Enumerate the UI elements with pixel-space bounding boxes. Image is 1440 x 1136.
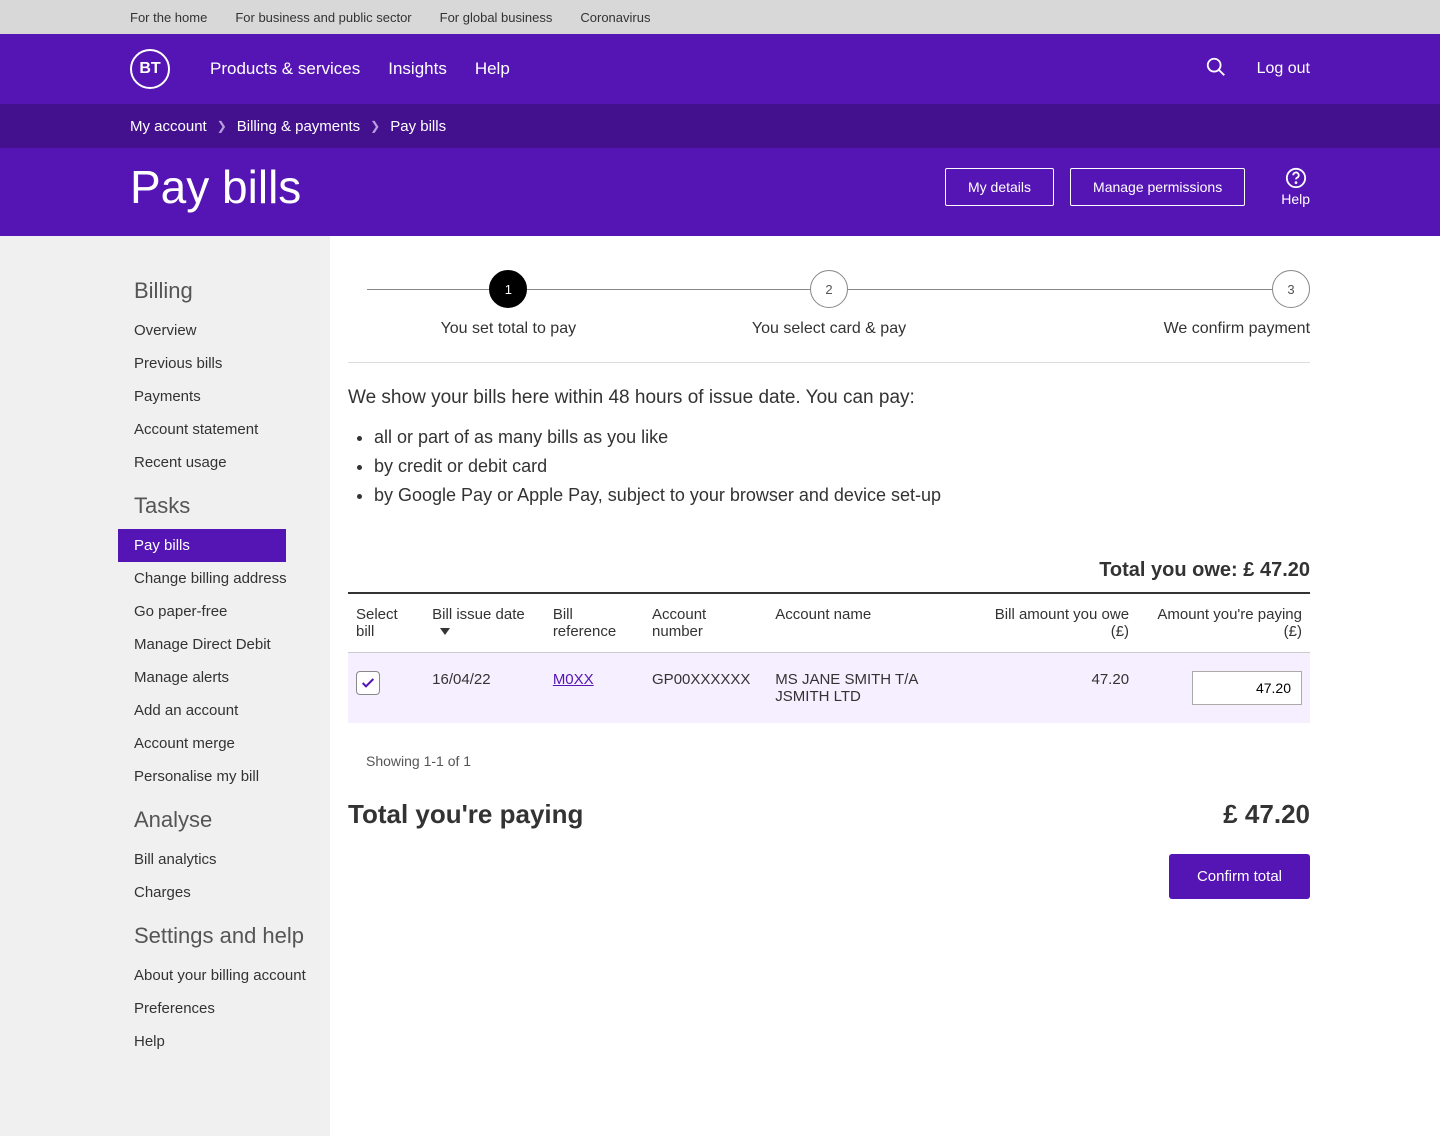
sidebar-item-pay-bills[interactable]: Pay bills <box>118 529 286 562</box>
cell-account-name: MS JANE SMITH T/A JSMITH LTD <box>767 653 983 724</box>
main-header: BT Products & services Insights Help Log… <box>0 34 1440 104</box>
sidebar-heading-billing: Billing <box>134 278 330 304</box>
sidebar-item-personalise[interactable]: Personalise my bill <box>134 760 330 793</box>
showing-count: Showing 1-1 of 1 <box>366 753 1310 769</box>
help-button[interactable]: Help <box>1281 167 1310 207</box>
bill-row: 16/04/22 M0XX GP00XXXXXX MS JANE SMITH T… <box>348 653 1310 724</box>
sidebar-item-preferences[interactable]: Preferences <box>134 992 330 1025</box>
main-content: 1 You set total to pay 2 You select card… <box>330 236 1440 1136</box>
th-bill-ref: Bill reference <box>545 593 644 653</box>
sidebar-item-paper-free[interactable]: Go paper-free <box>134 595 330 628</box>
nav-help[interactable]: Help <box>475 59 510 79</box>
cell-amount-owe: 47.20 <box>983 653 1137 724</box>
step-3: 3 We confirm payment <box>989 270 1310 338</box>
nav-insights[interactable]: Insights <box>388 59 447 79</box>
bt-logo[interactable]: BT <box>130 49 170 89</box>
sidebar-item-manage-alerts[interactable]: Manage alerts <box>134 661 330 694</box>
breadcrumb-billing[interactable]: Billing & payments <box>237 118 360 135</box>
th-amount-paying: Amount you're paying (£) <box>1137 593 1310 653</box>
main-nav: Products & services Insights Help <box>210 59 510 79</box>
bullet-2: by credit or debit card <box>374 452 1310 481</box>
sidebar-heading-analyse: Analyse <box>134 807 330 833</box>
sidebar-item-account-merge[interactable]: Account merge <box>134 727 330 760</box>
step-1: 1 You set total to pay <box>348 270 669 338</box>
total-owe-label: Total you owe: <box>1099 559 1238 581</box>
sort-desc-icon <box>440 623 450 640</box>
step-2-label: You select card & pay <box>752 320 906 338</box>
sidebar-item-add-account[interactable]: Add an account <box>134 694 330 727</box>
sidebar-heading-tasks: Tasks <box>134 493 330 519</box>
sidebar-item-payments[interactable]: Payments <box>134 380 330 413</box>
total-owe: Total you owe: £ 47.20 <box>348 559 1310 582</box>
step-3-circle: 3 <box>1272 270 1310 308</box>
nav-products[interactable]: Products & services <box>210 59 360 79</box>
total-owe-value: £ 47.20 <box>1243 559 1310 581</box>
breadcrumb-my-account[interactable]: My account <box>130 118 207 135</box>
sidebar-item-charges[interactable]: Charges <box>134 876 330 909</box>
sidebar-item-recent-usage[interactable]: Recent usage <box>134 446 330 479</box>
total-paying-label: Total you're paying <box>348 799 583 830</box>
topbar-link-coronavirus[interactable]: Coronavirus <box>580 10 650 25</box>
step-1-circle: 1 <box>489 270 527 308</box>
step-2-circle: 2 <box>810 270 848 308</box>
manage-permissions-button[interactable]: Manage permissions <box>1070 168 1245 206</box>
total-paying: Total you're paying £ 47.20 <box>348 799 1310 830</box>
topbar-link-home[interactable]: For the home <box>130 10 207 25</box>
bill-reference-link[interactable]: M0XX <box>553 671 594 688</box>
th-issue-date[interactable]: Bill issue date <box>424 593 545 653</box>
th-amount-owe: Bill amount you owe (£) <box>983 593 1137 653</box>
select-bill-checkbox[interactable] <box>356 671 380 695</box>
step-2: 2 You select card & pay <box>669 270 990 338</box>
intro-bullets: all or part of as many bills as you like… <box>374 423 1310 509</box>
th-account-num: Account number <box>644 593 767 653</box>
logout-link[interactable]: Log out <box>1257 60 1310 78</box>
sidebar-item-about-billing[interactable]: About your billing account <box>134 959 330 992</box>
th-account-name: Account name <box>767 593 983 653</box>
chevron-right-icon: ❯ <box>370 119 380 133</box>
sidebar-item-help[interactable]: Help <box>134 1025 330 1058</box>
progress-stepper: 1 You set total to pay 2 You select card… <box>348 270 1310 338</box>
chevron-right-icon: ❯ <box>217 119 227 133</box>
sidebar-item-change-address[interactable]: Change billing address <box>134 562 330 595</box>
amount-paying-input[interactable] <box>1192 671 1302 705</box>
th-select: Select bill <box>348 593 424 653</box>
my-details-button[interactable]: My details <box>945 168 1054 206</box>
bullet-1: all or part of as many bills as you like <box>374 423 1310 452</box>
total-paying-value: £ 47.20 <box>1223 799 1310 830</box>
confirm-total-button[interactable]: Confirm total <box>1169 854 1310 899</box>
bills-table: Select bill Bill issue date Bill referen… <box>348 592 1310 723</box>
bullet-3: by Google Pay or Apple Pay, subject to y… <box>374 481 1310 510</box>
help-label: Help <box>1281 191 1310 207</box>
step-1-label: You set total to pay <box>441 320 577 338</box>
breadcrumb-current: Pay bills <box>390 118 446 135</box>
topbar-link-business[interactable]: For business and public sector <box>235 10 411 25</box>
sidebar: Billing Overview Previous bills Payments… <box>0 236 330 1136</box>
sidebar-item-direct-debit[interactable]: Manage Direct Debit <box>134 628 330 661</box>
search-icon[interactable] <box>1205 56 1227 83</box>
topbar-link-global[interactable]: For global business <box>440 10 553 25</box>
intro-text: We show your bills here within 48 hours … <box>348 387 1310 409</box>
th-issue-label: Bill issue date <box>432 606 525 623</box>
sidebar-heading-settings: Settings and help <box>134 923 330 949</box>
sidebar-item-overview[interactable]: Overview <box>134 314 330 347</box>
sidebar-item-previous-bills[interactable]: Previous bills <box>134 347 330 380</box>
divider <box>348 362 1310 363</box>
page-title: Pay bills <box>130 160 301 214</box>
cell-issue-date: 16/04/22 <box>424 653 545 724</box>
step-3-label: We confirm payment <box>1164 320 1310 338</box>
page-titlebar: Pay bills My details Manage permissions … <box>0 148 1440 236</box>
breadcrumb: My account ❯ Billing & payments ❯ Pay bi… <box>0 104 1440 148</box>
sidebar-item-bill-analytics[interactable]: Bill analytics <box>134 843 330 876</box>
cell-account-number: GP00XXXXXX <box>644 653 767 724</box>
top-nav: For the home For business and public sec… <box>0 0 1440 34</box>
sidebar-item-account-statement[interactable]: Account statement <box>134 413 330 446</box>
